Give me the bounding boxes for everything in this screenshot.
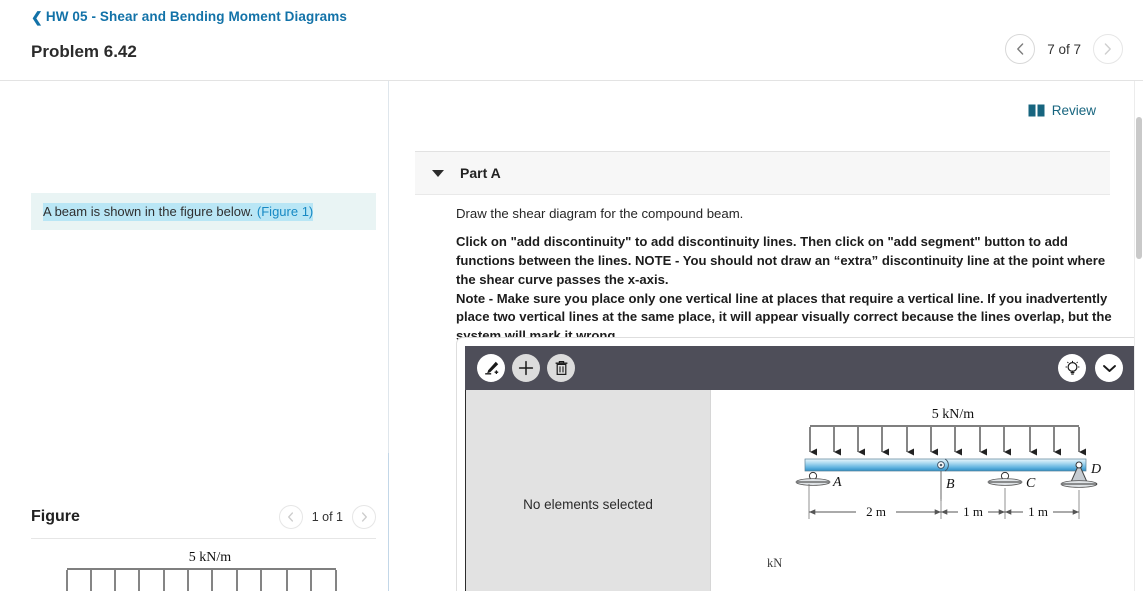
delete-tool-button[interactable]	[547, 354, 575, 382]
lightbulb-icon	[1065, 360, 1079, 375]
canvas-support-a	[795, 471, 831, 486]
canvas-label-a: A	[832, 475, 842, 490]
part-a-prompt: Draw the shear diagram for the compound …	[456, 206, 744, 221]
review-button[interactable]: Review	[1028, 103, 1096, 118]
intro-statement: A beam is shown in the figure below. (Fi…	[31, 193, 376, 230]
breadcrumb[interactable]: ❮ HW 05 - Shear and Bending Moment Diagr…	[31, 9, 347, 24]
canvas-load-label: 5 kN/m	[932, 407, 975, 422]
figure-divider	[31, 538, 376, 539]
trash-icon	[555, 361, 567, 376]
figure-1-image[interactable]: 5 kN/m	[40, 547, 380, 591]
figure-prev-button[interactable]	[278, 505, 303, 529]
page-scrollbar[interactable]	[1135, 81, 1143, 591]
canvas-label-b: B	[946, 477, 955, 492]
book-icon	[1028, 104, 1045, 117]
breadcrumb-label: HW 05 - Shear and Bending Moment Diagram…	[45, 9, 347, 24]
collapse-widget-button[interactable]	[1095, 354, 1123, 382]
instruction-paragraph-1: Click on "add discontinuity" to add disc…	[456, 234, 1106, 287]
problem-content: Review Part A Draw the shear diagram for…	[389, 81, 1136, 591]
problem-pager: 7 of 7	[1005, 34, 1123, 64]
intro-sentence: A beam is shown in the figure below.	[43, 203, 257, 219]
canvas-dimension-1: 2 m	[866, 504, 886, 519]
canvas-label-d: D	[1090, 462, 1101, 477]
chevron-left-icon	[288, 512, 294, 522]
add-discontinuity-tool-button[interactable]	[512, 354, 540, 382]
chevron-right-icon	[361, 512, 367, 522]
part-a-label: Part A	[460, 165, 501, 181]
canvas-beam-diagram: 5 kN/m A B C D 2 m 1 m 1 m	[783, 404, 1123, 529]
beam-diagram-svg: 5 kN/m	[66, 550, 337, 591]
widget-tool-group-left	[477, 354, 575, 382]
caret-down-icon[interactable]	[432, 169, 444, 177]
figure-1-link[interactable]: (Figure 1)	[257, 204, 313, 219]
figure-title: Figure	[31, 508, 80, 525]
canvas-dimension-3: 1 m	[1028, 504, 1048, 519]
plus-icon	[518, 360, 534, 376]
chevron-left-icon: ❮	[31, 8, 43, 25]
pen-add-icon	[484, 361, 498, 374]
drawing-canvas[interactable]: 5 kN/m A B C D 2 m 1 m 1 m kN	[710, 390, 1134, 591]
load-label: 5 kN/m	[189, 550, 232, 565]
add-segment-tool-button[interactable]	[477, 354, 505, 382]
problem-pager-label: 7 of 7	[1047, 41, 1081, 57]
problem-page: ❮ HW 05 - Shear and Bending Moment Diagr…	[0, 0, 1143, 591]
review-label: Review	[1051, 103, 1096, 118]
elements-panel[interactable]: No elements selected	[465, 390, 710, 591]
part-a-instructions: Click on "add discontinuity" to add disc…	[456, 233, 1112, 346]
figure-header: Figure 1 of 1	[31, 505, 376, 529]
canvas-dimension-2: 1 m	[963, 504, 983, 519]
figure-pager: 1 of 1	[278, 505, 376, 529]
elements-panel-text: No elements selected	[523, 496, 653, 512]
beam-diagram-svg-canvas: 5 kN/m A B C D 2 m 1 m 1 m	[795, 407, 1101, 519]
hint-button[interactable]	[1058, 354, 1086, 382]
figure-pager-label: 1 of 1	[311, 510, 343, 524]
shear-diagram-widget: No elements selected 5 kN/m A B C D 2 m …	[456, 337, 1136, 591]
chevron-down-icon	[1102, 365, 1116, 372]
widget-body: No elements selected 5 kN/m A B C D 2 m …	[465, 390, 1134, 591]
widget-tool-group-right	[1058, 354, 1123, 382]
page-scrollbar-thumb[interactable]	[1136, 117, 1142, 259]
figure-next-button[interactable]	[352, 505, 376, 529]
chevron-left-icon	[1017, 43, 1024, 55]
axis-unit-label: kN	[767, 556, 783, 570]
prev-problem-button[interactable]	[1005, 34, 1036, 64]
chevron-right-icon	[1104, 43, 1111, 55]
problem-sidebar: A beam is shown in the figure below. (Fi…	[0, 81, 388, 591]
page-title: Problem 6.42	[31, 42, 137, 61]
next-problem-button[interactable]	[1093, 34, 1123, 64]
intro-statement-text: A beam is shown in the figure below. (Fi…	[43, 202, 314, 221]
canvas-label-c: C	[1026, 476, 1036, 491]
canvas-support-c	[987, 471, 1023, 486]
part-a-header[interactable]: Part A	[415, 151, 1110, 195]
widget-toolbar	[465, 346, 1134, 390]
